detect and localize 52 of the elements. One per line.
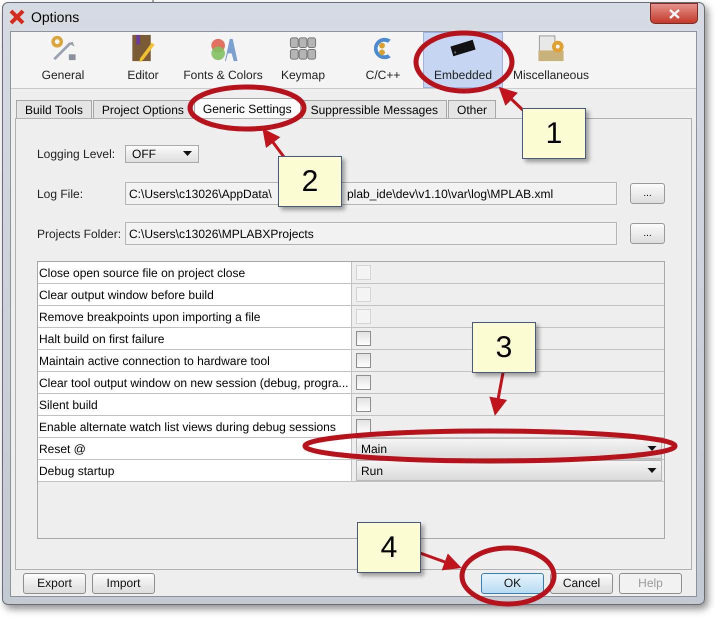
category-button[interactable]: Miscellaneous <box>503 32 599 88</box>
callout-number: 3 <box>472 322 536 373</box>
field-label: Projects Folder: <box>37 226 122 240</box>
footer-button[interactable]: Export <box>23 572 86 594</box>
setting-label: Remove breakpoints upon importing a file <box>38 306 352 327</box>
setting-label: Maintain active connection to hardware tool <box>38 350 352 371</box>
field-label: Logging Level: <box>37 146 116 160</box>
setting-label: Debug startup <box>38 460 352 481</box>
dropdown-arrow-icon <box>647 446 657 451</box>
tab[interactable]: Build Tools <box>16 100 92 118</box>
field-label: Log File: <box>37 186 84 200</box>
pointer-arrow <box>489 372 508 416</box>
logging-level-dropdown[interactable]: OFF <box>125 144 199 162</box>
dropdown-arrow-icon <box>647 468 657 473</box>
callout-number: 1 <box>522 108 586 159</box>
tab[interactable]: Other <box>448 100 496 118</box>
setting-label: Silent build <box>38 394 352 415</box>
setting-label: Reset @ <box>38 438 352 459</box>
pointer-arrow <box>420 552 462 570</box>
browse-button[interactable]: ... <box>630 183 665 204</box>
projects-folder-field[interactable]: C:\Users\c13026\MPLABXProjects <box>125 222 617 245</box>
checkbox[interactable] <box>356 353 371 368</box>
checkbox[interactable] <box>356 331 371 346</box>
callout-number: 2 <box>278 156 342 207</box>
tab[interactable]: Project Options <box>92 100 193 118</box>
window-title: Options <box>31 9 80 25</box>
footer-button[interactable]: OK <box>481 572 544 594</box>
footer-button[interactable]: Cancel <box>550 572 613 594</box>
setting-dropdown[interactable]: Run <box>356 460 662 481</box>
tab[interactable]: Suppressible Messages <box>302 100 447 118</box>
checkbox[interactable] <box>356 397 371 412</box>
setting-label: Clear output window before build <box>38 284 352 305</box>
close-icon <box>668 8 680 18</box>
category-button[interactable]: Keymap <box>263 32 343 88</box>
category-button[interactable]: Fonts & Colors <box>183 32 263 88</box>
category-button[interactable]: General <box>23 32 103 88</box>
dropdown-arrow-icon <box>183 151 192 156</box>
checkbox[interactable] <box>356 375 371 390</box>
browse-button[interactable]: ... <box>630 223 665 244</box>
pointer-arrow <box>262 128 286 158</box>
category-button[interactable]: C/C++ <box>343 32 423 88</box>
setting-label: Close open source file on project close <box>38 262 352 283</box>
category-button[interactable]: Editor <box>103 32 183 88</box>
setting-label: Halt build on first failure <box>38 328 352 349</box>
callout-number: 4 <box>357 522 421 573</box>
checkbox[interactable] <box>356 419 371 434</box>
close-button[interactable] <box>650 3 698 24</box>
setting-label: Enable alternate watch list views during debug sessions <box>38 416 352 437</box>
tab[interactable]: Generic Settings <box>194 98 301 118</box>
app-logo-icon <box>9 9 25 25</box>
footer-button[interactable]: Import <box>92 572 155 594</box>
setting-label: Clear tool output window on new session (debug, progra... <box>38 372 352 393</box>
